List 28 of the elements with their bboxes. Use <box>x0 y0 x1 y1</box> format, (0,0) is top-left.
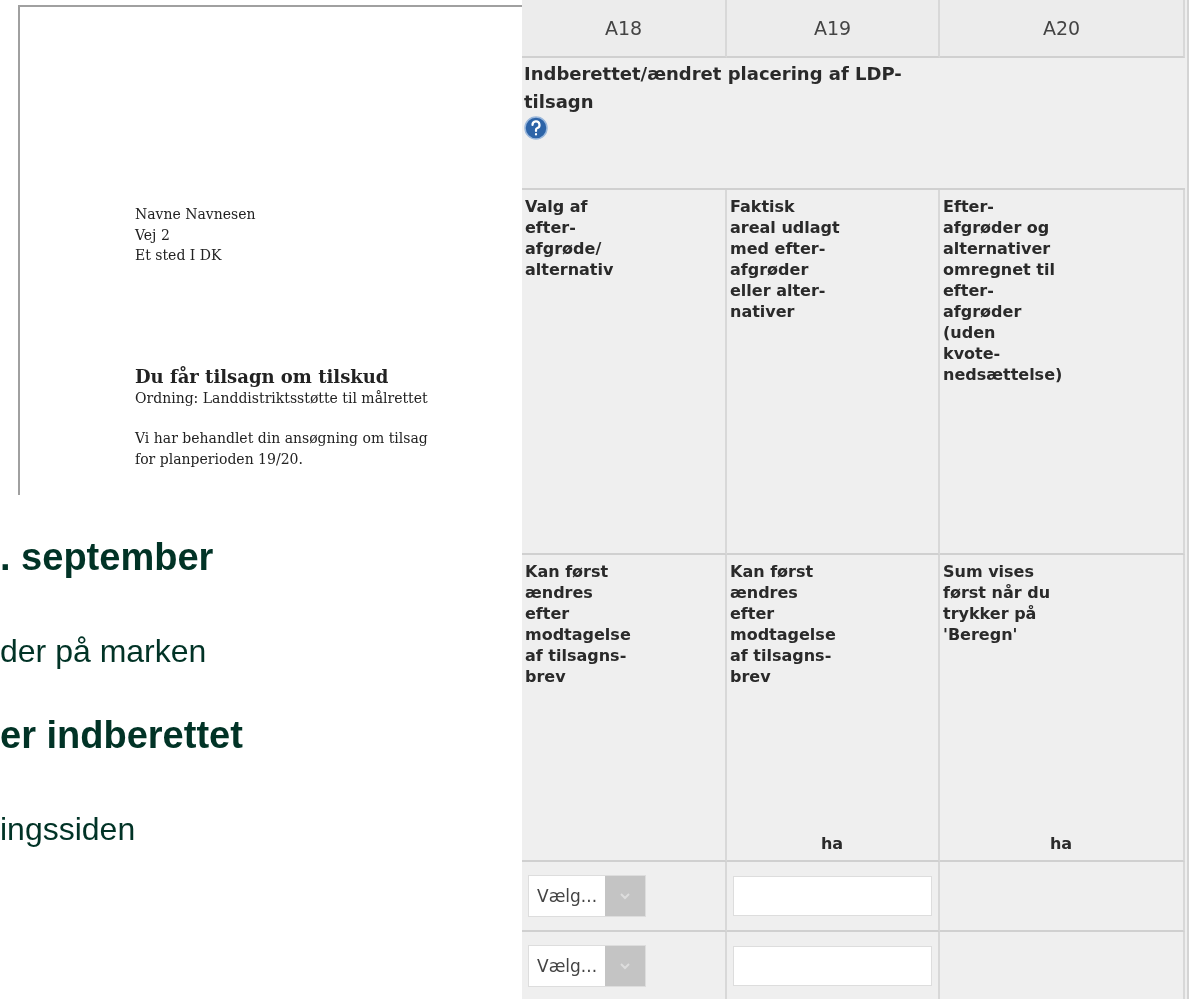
column-description: Efter- afgrøder og alternativer omregnet til efter- afgrøder (uden kvote- nedsættelse) <box>943 196 1064 385</box>
address-line: Navne Navnesen <box>135 205 257 224</box>
slide-heading: er indberettet <box>0 713 244 757</box>
unit-label: ha <box>819 833 845 855</box>
address-line: Et sted I DK <box>135 246 223 265</box>
column-note: Kan først ændres efter modtagelse af tilsagns- brev <box>730 561 837 687</box>
column-note: Sum vises først når du trykker på 'Beregn' <box>943 561 1052 645</box>
column-code: A18 <box>522 0 727 58</box>
column-code: A19 <box>727 0 940 58</box>
select-dropdown[interactable]: Vælg... <box>528 875 647 917</box>
letter-heading: Du får tilsagn om tilskud <box>135 365 390 388</box>
area-input-field[interactable] <box>733 876 932 916</box>
column-description: Faktisk areal udlagt med efter- afgrøder eller alter- nativer <box>730 196 841 322</box>
scheme-line: Ordning: Landdistriktsstøtte til målrettet <box>135 388 429 408</box>
letter-text: Vi har behandlet din ansøgning om tilsag <box>135 429 429 448</box>
slide-heading: . september <box>0 535 215 579</box>
slide-text: der på marken <box>0 632 208 671</box>
letter-text: for planperioden 19/20. <box>135 449 304 469</box>
unit-label: ha <box>1048 833 1074 855</box>
select-dropdown[interactable]: Vælg... <box>528 945 647 987</box>
column-description: Valg af efter- afgrøde/ alternativ <box>525 196 615 280</box>
area-input-field[interactable] <box>733 946 932 986</box>
group-header: Indberettet/ændret placering af LDP- tilsagn <box>524 62 903 114</box>
slide-text: ingssiden <box>0 810 137 849</box>
column-code: A20 <box>940 0 1185 58</box>
column-note: Kan først ændres efter modtagelse af tilsagns- brev <box>525 561 632 687</box>
address-line: Vej 2 <box>135 225 171 245</box>
help-icon[interactable] <box>524 116 548 140</box>
